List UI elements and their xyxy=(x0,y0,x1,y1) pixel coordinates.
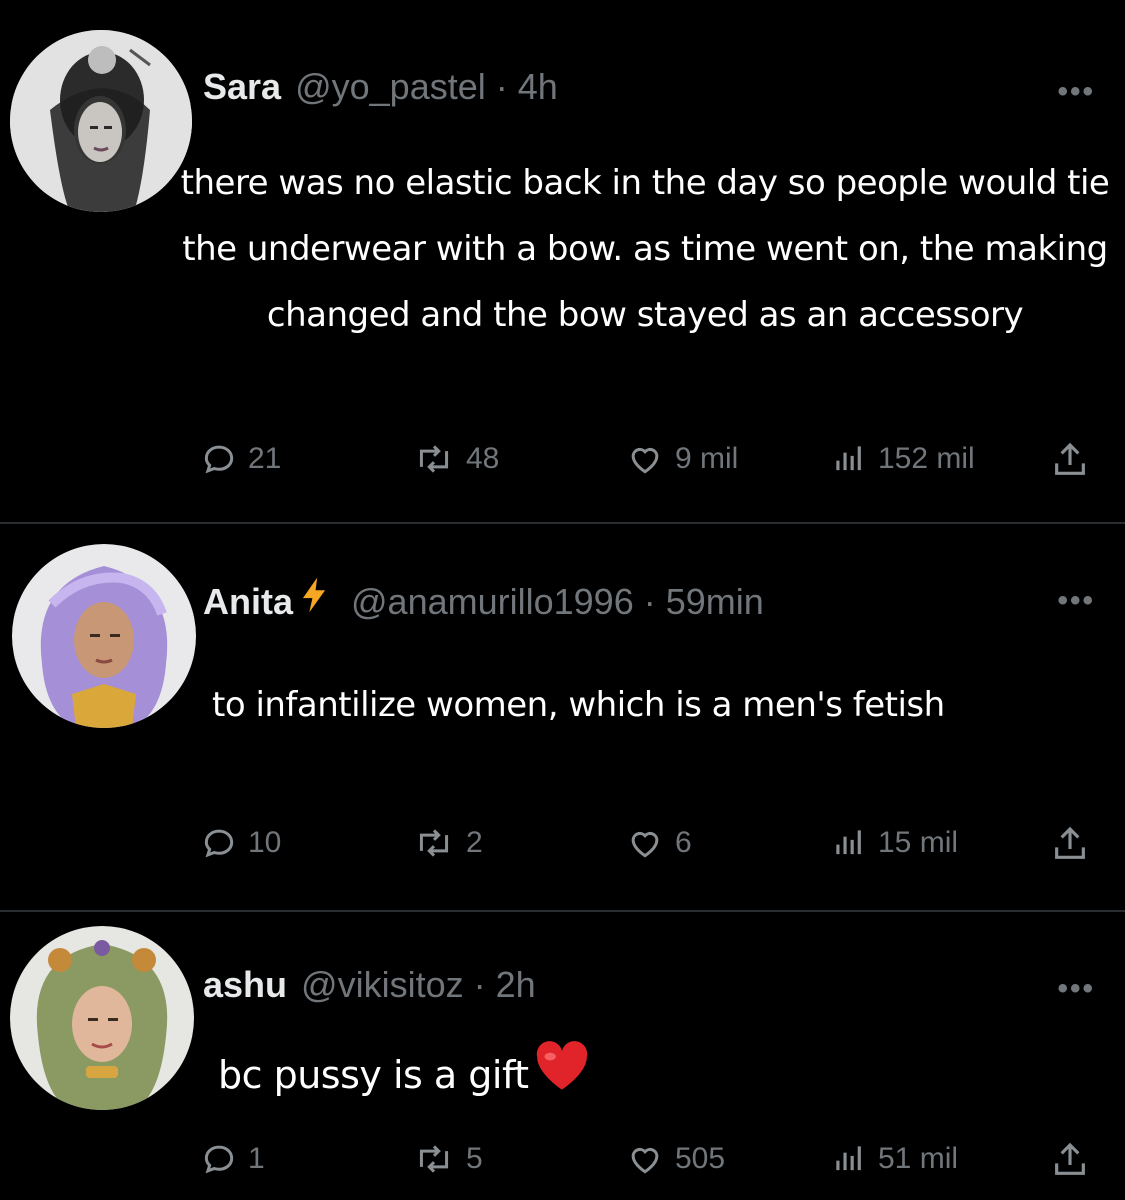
post-text-row: bc pussy is a gift xyxy=(218,1040,1098,1108)
post-header: ashu @vikisitoz · 2h xyxy=(203,964,536,1006)
share-icon xyxy=(1055,1142,1085,1175)
post-header: Anita @anamurillo1996 · 59min xyxy=(203,576,764,623)
views-icon xyxy=(836,1146,861,1171)
action-bar: 1 5 505 51 mil xyxy=(200,1140,1100,1180)
display-name[interactable]: ashu xyxy=(203,964,287,1006)
view-count: 152 mil xyxy=(878,442,975,475)
views-icon xyxy=(836,830,861,855)
repost-count: 48 xyxy=(466,442,500,475)
view-count: 51 mil xyxy=(878,1142,959,1175)
views-button[interactable]: 51 mil xyxy=(830,1140,958,1178)
views-icon xyxy=(836,446,861,471)
heart-icon xyxy=(631,447,659,474)
action-bar: 10 2 6 15 mil xyxy=(200,824,1100,864)
share-button[interactable] xyxy=(1050,1140,1090,1185)
share-icon xyxy=(1055,442,1085,475)
like-count: 6 xyxy=(675,826,692,859)
reply-icon xyxy=(204,829,234,858)
avatar-sara[interactable] xyxy=(10,30,192,212)
more-options-button[interactable]: ••• xyxy=(1057,972,1095,1006)
like-button[interactable]: 9 mil xyxy=(625,440,738,478)
reply-button[interactable]: 21 xyxy=(200,440,281,478)
view-count: 15 mil xyxy=(878,826,959,859)
reply-icon xyxy=(204,1145,234,1174)
repost-icon xyxy=(419,829,449,857)
more-options-button[interactable]: ••• xyxy=(1057,584,1095,618)
repost-icon xyxy=(419,1145,449,1173)
display-name[interactable]: Anita xyxy=(203,581,293,623)
like-count: 9 mil xyxy=(675,442,739,475)
handle-and-time[interactable]: @vikisitoz · 2h xyxy=(301,964,536,1006)
reply-button[interactable]: 10 xyxy=(200,824,281,862)
share-button[interactable] xyxy=(1050,440,1090,485)
more-options-button[interactable]: ••• xyxy=(1057,75,1095,109)
reply-count: 10 xyxy=(248,826,282,859)
handle-and-time[interactable]: @yo_pastel · 4h xyxy=(295,66,558,108)
reply-button[interactable]: 1 xyxy=(200,1140,265,1178)
views-button[interactable]: 152 mil xyxy=(830,440,975,478)
share-button[interactable] xyxy=(1050,824,1090,869)
heart-icon xyxy=(631,1147,659,1174)
post-sara[interactable]: Sara @yo_pastel · 4h ••• there was no el… xyxy=(0,0,1125,522)
like-button[interactable]: 6 xyxy=(625,824,692,862)
post-text: bc pussy is a gift xyxy=(218,1053,529,1097)
heart-icon xyxy=(631,831,659,858)
repost-count: 2 xyxy=(466,826,483,859)
post-text: to infantilize women, which is a men's f… xyxy=(212,685,945,725)
repost-count: 5 xyxy=(466,1142,483,1175)
share-icon xyxy=(1055,826,1085,859)
like-button[interactable]: 505 xyxy=(625,1140,725,1178)
reply-count: 21 xyxy=(248,442,282,475)
red-heart-icon xyxy=(536,1041,587,1090)
lightning-icon xyxy=(302,577,326,613)
post-text: there was no elastic back in the day so … xyxy=(180,163,1110,335)
reply-count: 1 xyxy=(248,1142,265,1175)
post-anita[interactable]: Anita @anamurillo1996 · 59min ••• to inf… xyxy=(0,524,1125,910)
repost-button[interactable]: 2 xyxy=(412,824,483,862)
avatar-ashu[interactable] xyxy=(10,926,194,1110)
post-header: Sara @yo_pastel · 4h xyxy=(203,66,558,108)
avatar-anita[interactable] xyxy=(12,544,196,728)
views-button[interactable]: 15 mil xyxy=(830,824,958,862)
post-ashu[interactable]: ashu @vikisitoz · 2h ••• bc pussy is a g… xyxy=(0,912,1125,1200)
display-name[interactable]: Sara xyxy=(203,66,281,108)
repost-icon xyxy=(419,445,449,473)
repost-button[interactable]: 5 xyxy=(412,1140,483,1178)
like-count: 505 xyxy=(675,1142,726,1175)
reply-icon xyxy=(204,445,234,474)
repost-button[interactable]: 48 xyxy=(412,440,499,478)
handle-and-time[interactable]: @anamurillo1996 · 59min xyxy=(351,581,764,623)
action-bar: 21 48 9 mil 152 mil xyxy=(200,440,1100,480)
